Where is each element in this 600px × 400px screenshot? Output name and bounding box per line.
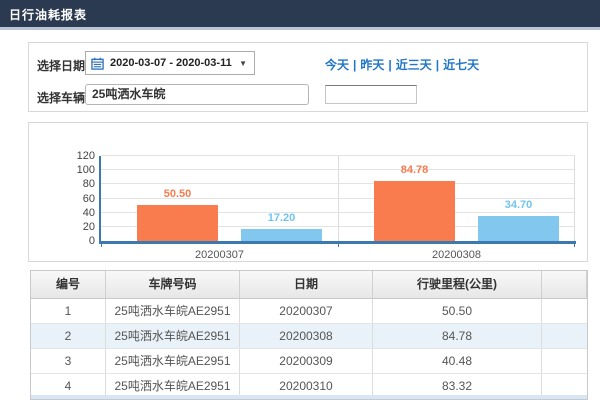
chart-plot-area: 50.50 84.78 17.20 34.70 xyxy=(101,156,575,241)
date-range-value: 2020-03-07 - 2020-03-11 xyxy=(110,57,232,69)
table-body: 125吨洒水车皖AE29512020030750.50225吨洒水车皖AE295… xyxy=(31,299,587,399)
calendar-icon xyxy=(91,57,104,70)
table-cell: 1 xyxy=(31,299,106,323)
table-cell: 25吨洒水车皖AE2951 xyxy=(106,324,240,348)
table-cell xyxy=(542,299,587,323)
y-tick-label: 0 xyxy=(57,235,95,247)
table-row[interactable]: 125吨洒水车皖AE29512020030750.50 xyxy=(31,299,587,324)
table-cell xyxy=(542,324,587,348)
chart-bar-mileage-blue[interactable] xyxy=(478,216,559,241)
table-header-cell xyxy=(542,271,587,298)
quick-date-links: 今天|昨天|近三天|近七天 xyxy=(325,56,479,73)
table-cell: 3 xyxy=(31,349,106,373)
y-axis-line xyxy=(99,156,101,244)
date-label: 选择日期 xyxy=(37,57,85,74)
chart-bar-mileage-orange[interactable] xyxy=(374,181,455,241)
table-row[interactable]: 225吨洒水车皖AE29512020030884.78 xyxy=(31,324,587,349)
y-tick-label: 40 xyxy=(57,207,95,219)
filter-panel: 选择日期 2020-03-07 - 2020-03-11 ▼ 今天|昨天|近三天… xyxy=(28,42,588,112)
chevron-down-icon: ▼ xyxy=(239,59,247,68)
x-category-label: 20200307 xyxy=(101,249,338,261)
app-header: 日行油耗报表 xyxy=(0,0,600,30)
axis-tick xyxy=(101,241,102,247)
page-title: 日行油耗报表 xyxy=(0,0,600,30)
bar-value-label: 34.70 xyxy=(473,199,564,211)
y-tick-label: 80 xyxy=(57,178,95,190)
vehicle-select[interactable]: 25吨洒水车皖 xyxy=(85,84,309,105)
axis-tick xyxy=(338,241,339,247)
table-cell: 2 xyxy=(31,324,106,348)
y-tick-label: 100 xyxy=(57,164,95,176)
table-header-row: 编号车牌号码日期行驶里程(公里) xyxy=(31,271,587,299)
vehicle-label: 选择车辆 xyxy=(37,89,85,106)
table-header-cell: 日期 xyxy=(240,271,373,298)
quick-link-4[interactable]: 近七天 xyxy=(443,58,479,72)
group-divider-line xyxy=(338,156,339,241)
chart-bar-mileage-blue[interactable] xyxy=(241,229,322,241)
link-separator: | xyxy=(349,58,360,72)
table-header-cell: 车牌号码 xyxy=(106,271,240,298)
table-cell: 20200307 xyxy=(240,299,373,323)
quick-link-2[interactable]: 昨天 xyxy=(360,58,384,72)
plot-right-line xyxy=(574,156,575,241)
link-separator: | xyxy=(384,58,395,72)
x-category-label: 20200308 xyxy=(338,249,575,261)
axis-tick xyxy=(574,241,575,247)
bar-value-label: 17.20 xyxy=(236,212,327,224)
table-cell xyxy=(542,349,587,373)
table-cell: 20200308 xyxy=(240,324,373,348)
link-separator: | xyxy=(432,58,443,72)
bar-value-label: 50.50 xyxy=(132,188,223,200)
mileage-table: 编号车牌号码日期行驶里程(公里) 125吨洒水车皖AE2951202003075… xyxy=(30,270,588,400)
quick-link-3[interactable]: 近三天 xyxy=(396,58,432,72)
table-row[interactable]: 325吨洒水车皖AE29512020030940.48 xyxy=(31,349,587,374)
search-input[interactable] xyxy=(325,85,417,104)
pagination-bar[interactable] xyxy=(31,395,587,400)
table-cell: 40.48 xyxy=(373,349,542,373)
table-header-cell: 行驶里程(公里) xyxy=(373,271,542,298)
quick-link-1[interactable]: 今天 xyxy=(325,58,349,72)
table-cell: 25吨洒水车皖AE2951 xyxy=(106,299,240,323)
chart-bar-mileage-orange[interactable] xyxy=(137,205,218,241)
bar-value-label: 84.78 xyxy=(369,164,460,176)
table-cell: 84.78 xyxy=(373,324,542,348)
table-header-cell: 编号 xyxy=(31,271,106,298)
y-tick-label: 60 xyxy=(57,193,95,205)
table-cell: 50.50 xyxy=(373,299,542,323)
date-range-picker[interactable]: 2020-03-07 - 2020-03-11 ▼ xyxy=(85,51,255,75)
y-tick-label: 20 xyxy=(57,221,95,233)
mileage-chart: 50.50 84.78 17.20 34.70 0 20 40 60 80 100 120 2020… xyxy=(28,122,588,262)
table-cell: 25吨洒水车皖AE2951 xyxy=(106,349,240,373)
table-cell: 20200309 xyxy=(240,349,373,373)
y-tick-label: 120 xyxy=(57,150,95,162)
